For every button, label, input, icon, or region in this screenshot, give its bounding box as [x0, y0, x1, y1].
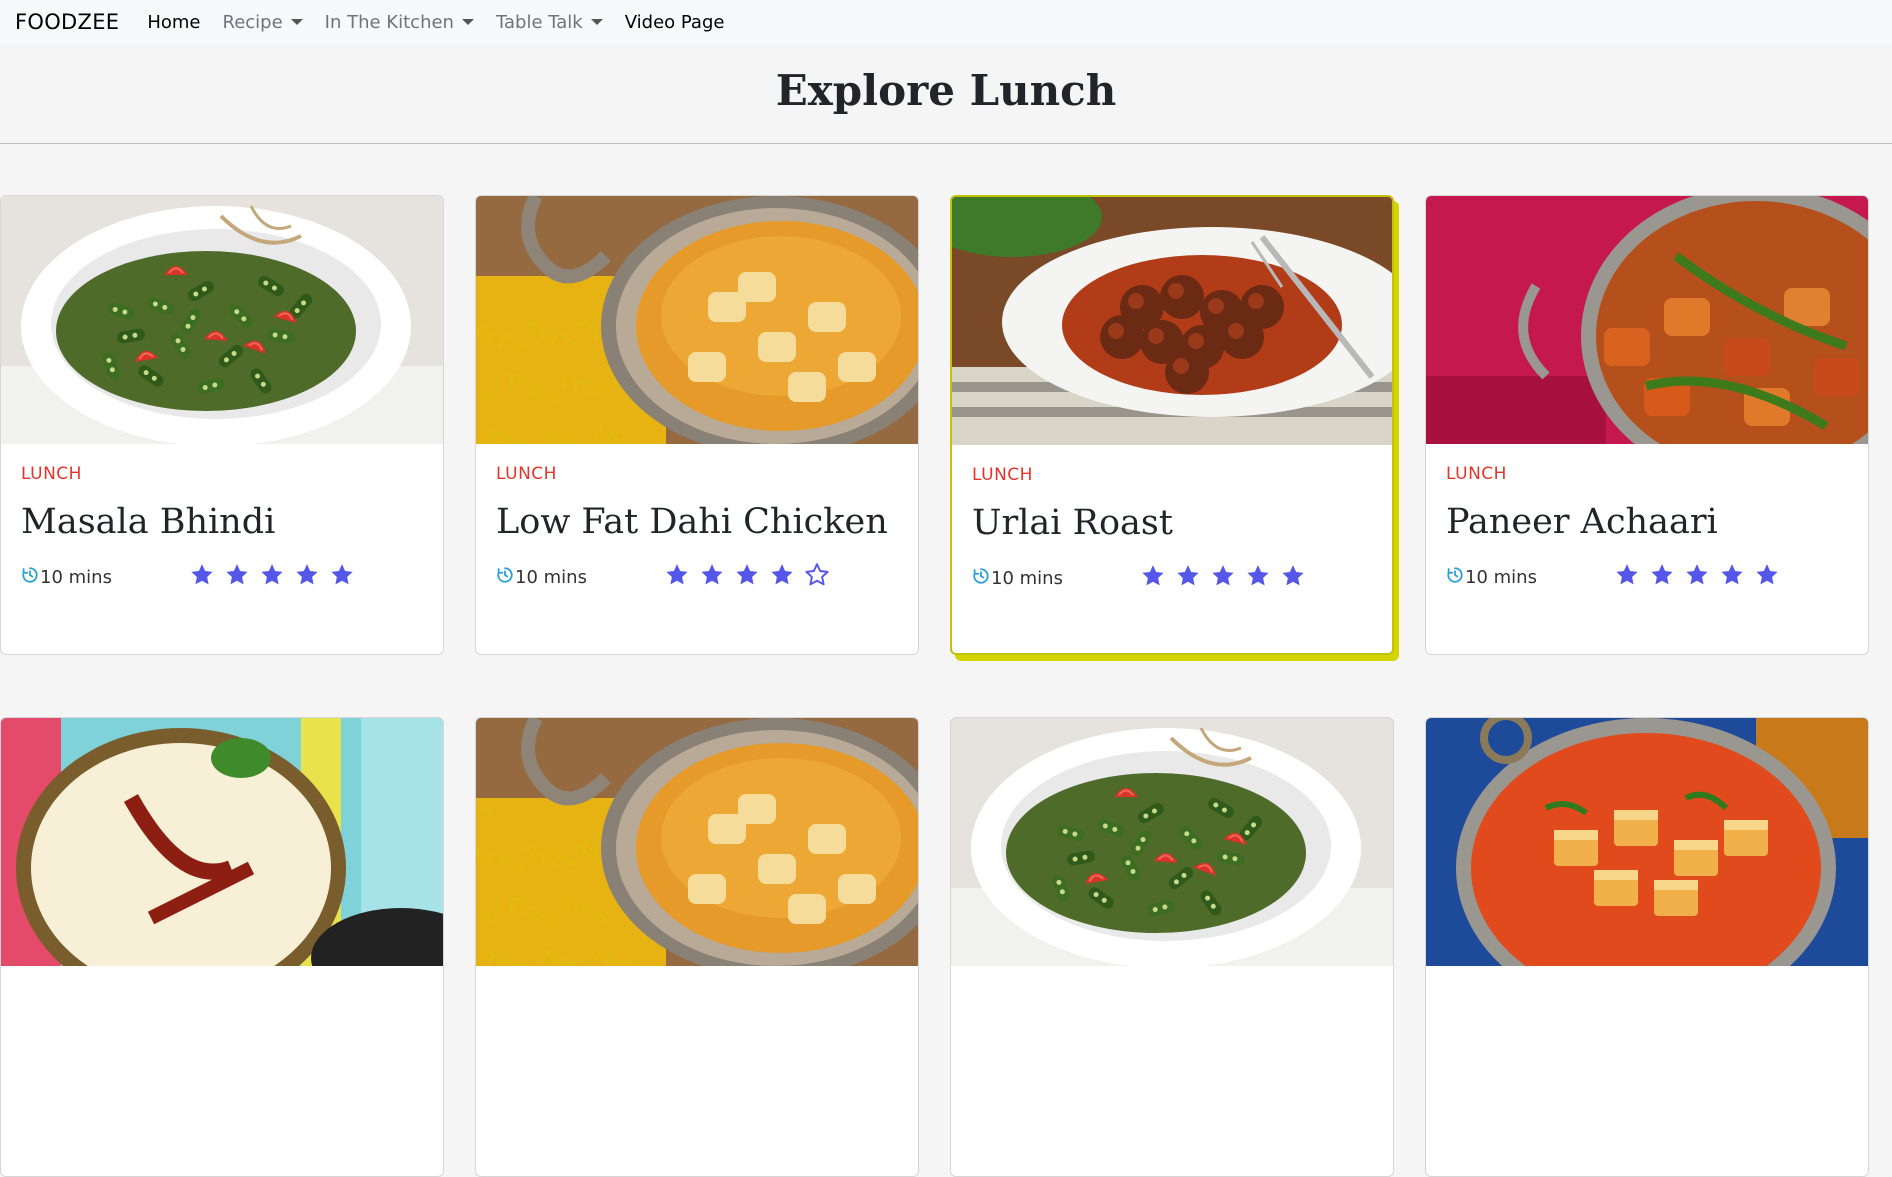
history-clock-icon	[1446, 566, 1465, 589]
star-filled-icon	[1754, 562, 1780, 592]
nav-home[interactable]: Home	[147, 12, 200, 33]
nav-home-label: Home	[147, 11, 201, 33]
star-filled-icon	[224, 562, 250, 592]
star-rating	[1614, 562, 1789, 592]
card-title[interactable]: Urlai Roast	[972, 503, 1372, 543]
recipe-card[interactable]: LUNCH Masala Bhindi 10 mins	[0, 195, 444, 655]
recipe-grid: LUNCH Masala Bhindi 10 mins LUNCH Low Fa…	[0, 144, 1892, 1177]
card-title[interactable]: Low Fat Dahi Chicken	[496, 502, 898, 542]
star-filled-icon	[1140, 563, 1166, 593]
recipe-image[interactable]	[951, 718, 1393, 966]
caret-down-icon	[290, 19, 303, 25]
star-filled-icon	[1245, 563, 1271, 593]
recipe-card[interactable]: LUNCH Paneer Achaari 10 mins	[1425, 195, 1869, 655]
star-filled-icon	[1210, 563, 1236, 593]
cook-time-value: 10 mins	[991, 567, 1063, 589]
recipe-card[interactable]	[1425, 717, 1869, 1177]
star-filled-icon	[1684, 562, 1710, 592]
card-category: LUNCH	[496, 464, 557, 484]
star-filled-icon	[294, 562, 320, 592]
star-filled-icon	[1614, 562, 1640, 592]
recipe-image[interactable]	[1, 196, 443, 444]
cook-time: 10 mins	[1446, 566, 1614, 589]
card-meta: 10 mins	[1446, 562, 1848, 592]
recipe-image[interactable]	[1426, 718, 1868, 966]
card-meta: 10 mins	[21, 562, 423, 592]
card-meta: 10 mins	[972, 563, 1372, 593]
cook-time-value: 10 mins	[40, 566, 112, 588]
recipe-image[interactable]	[1426, 196, 1868, 444]
caret-down-icon	[461, 19, 474, 25]
star-filled-icon	[189, 562, 215, 592]
nav-video-page[interactable]: Video Page	[625, 12, 725, 33]
recipe-image[interactable]	[952, 197, 1392, 445]
nav-table-talk-label: Table Talk	[495, 11, 583, 33]
brand-logo[interactable]: FOODZEE	[15, 10, 119, 34]
recipe-image[interactable]	[1, 718, 443, 966]
recipe-card[interactable]: LUNCH Urlai Roast 10 mins	[950, 195, 1394, 655]
star-filled-icon	[329, 562, 355, 592]
star-filled-icon	[699, 562, 725, 592]
star-filled-icon	[1719, 562, 1745, 592]
recipe-image[interactable]	[476, 196, 918, 444]
star-filled-icon	[769, 562, 795, 592]
nav-recipe-dropdown[interactable]: Recipe	[223, 12, 303, 33]
star-filled-icon	[259, 562, 285, 592]
nav-in-the-kitchen-dropdown[interactable]: In The Kitchen	[325, 12, 474, 33]
star-outline-icon	[804, 562, 830, 592]
cook-time-value: 10 mins	[1465, 566, 1537, 588]
history-clock-icon	[972, 567, 991, 590]
cook-time: 10 mins	[496, 566, 664, 589]
card-body: LUNCH Paneer Achaari 10 mins	[1426, 444, 1868, 592]
recipe-card[interactable]: LUNCH Low Fat Dahi Chicken 10 mins	[475, 195, 919, 655]
card-title[interactable]: Masala Bhindi	[21, 502, 423, 542]
history-clock-icon	[496, 566, 515, 589]
star-filled-icon	[1280, 563, 1306, 593]
nav-recipe-label: Recipe	[222, 11, 283, 33]
star-filled-icon	[664, 562, 690, 592]
cook-time-value: 10 mins	[515, 566, 587, 588]
nav-table-talk-dropdown[interactable]: Table Talk	[496, 12, 603, 33]
star-filled-icon	[1175, 563, 1201, 593]
cook-time: 10 mins	[972, 567, 1140, 590]
card-body: LUNCH Masala Bhindi 10 mins	[1, 444, 443, 592]
nav-in-the-kitchen-label: In The Kitchen	[324, 11, 454, 33]
navbar: FOODZEE Home Recipe In The Kitchen Table…	[0, 0, 1892, 44]
caret-down-icon	[590, 19, 603, 25]
card-title[interactable]: Paneer Achaari	[1446, 502, 1848, 542]
star-rating	[189, 562, 364, 592]
card-category: LUNCH	[1446, 464, 1507, 484]
cook-time: 10 mins	[21, 566, 189, 589]
star-filled-icon	[1649, 562, 1675, 592]
recipe-card[interactable]	[0, 717, 444, 1177]
recipe-card[interactable]	[950, 717, 1394, 1177]
history-clock-icon	[21, 566, 40, 589]
recipe-card[interactable]	[475, 717, 919, 1177]
card-meta: 10 mins	[496, 562, 898, 592]
star-rating	[664, 562, 839, 592]
nav-video-page-label: Video Page	[624, 11, 725, 33]
star-rating	[1140, 563, 1315, 593]
card-category: LUNCH	[21, 464, 82, 484]
recipe-image[interactable]	[476, 718, 918, 966]
star-filled-icon	[734, 562, 760, 592]
page-title: Explore Lunch	[775, 66, 1117, 115]
card-category: LUNCH	[972, 465, 1033, 485]
page-header: Explore Lunch	[0, 44, 1892, 144]
card-body: LUNCH Low Fat Dahi Chicken 10 mins	[476, 444, 918, 592]
card-body: LUNCH Urlai Roast 10 mins	[952, 445, 1392, 593]
